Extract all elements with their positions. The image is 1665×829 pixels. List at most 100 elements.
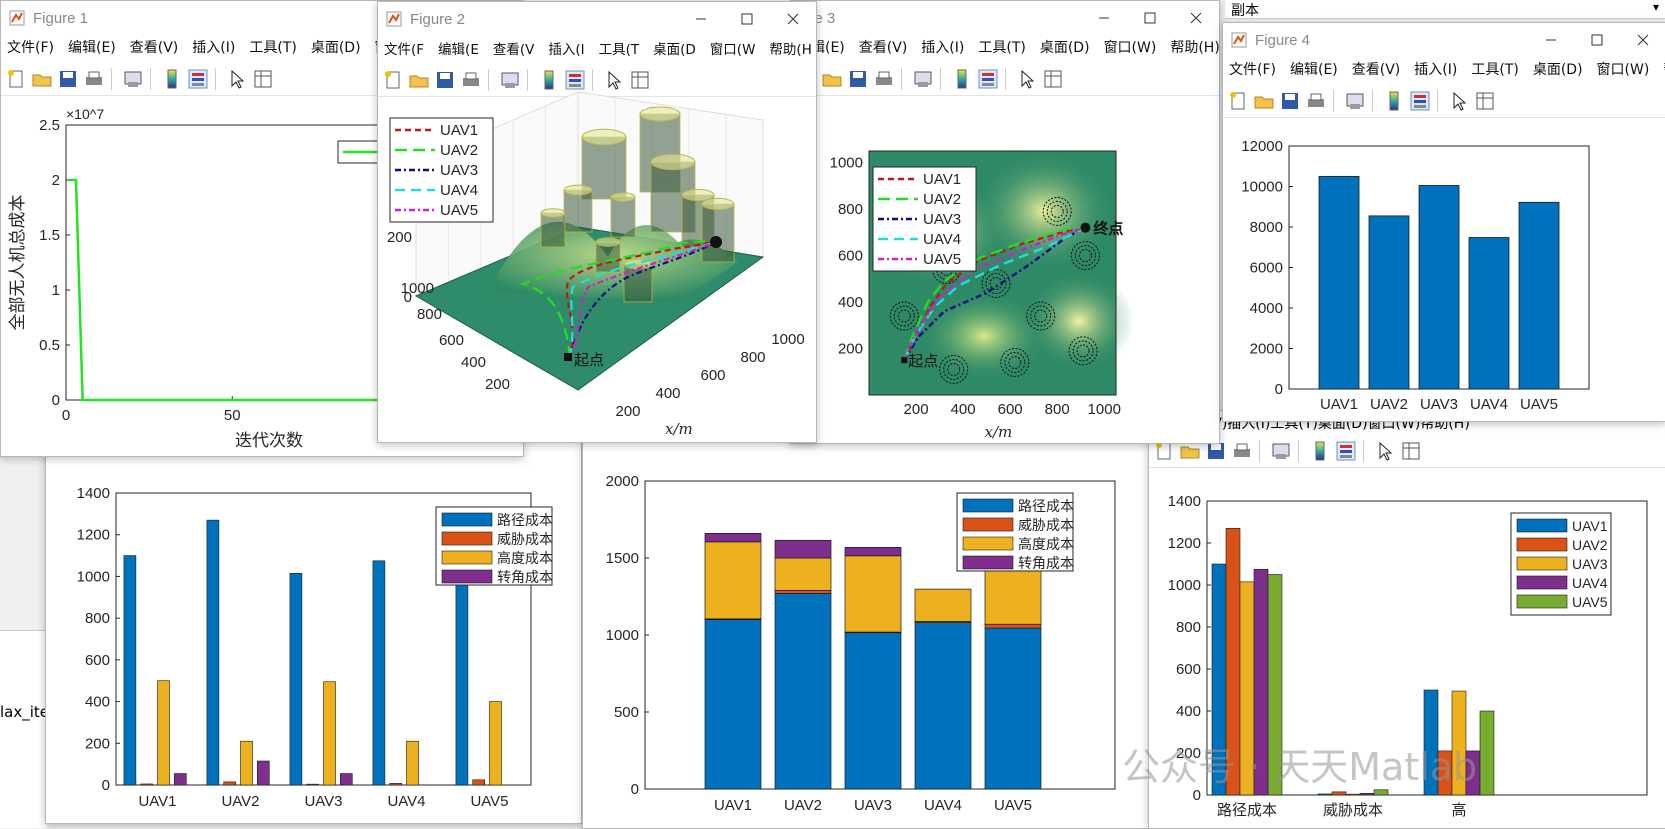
fig7-legend-label: UAV5 xyxy=(1572,594,1608,610)
fig6-legend-swatch xyxy=(962,517,1014,532)
fig2-xtick-label: 800 xyxy=(740,349,765,366)
fig1-ytick-label: 0.5 xyxy=(39,337,60,354)
fig5-bar xyxy=(389,783,403,786)
fig3-ytick-label: 800 xyxy=(838,201,863,218)
fig2-ytick-label: 400 xyxy=(461,354,486,371)
fig4-ytick-label: 6000 xyxy=(1250,260,1283,277)
fig1-xlabel: 迭代次数 xyxy=(235,431,303,451)
fig3-ytick-label: 600 xyxy=(838,248,863,265)
fig2-legend-label: UAV4 xyxy=(440,182,478,199)
fig5-ytick-label: 800 xyxy=(85,610,110,627)
fig5-xtick-label: UAV3 xyxy=(304,793,342,810)
figure5-window[interactable]: 0 200 400 600 800 1000 1200 1400 UAV1 UAV2 UAV3 UAV… xyxy=(45,430,582,824)
fig5-bar xyxy=(240,740,253,786)
fig5-xtick-label: UAV4 xyxy=(387,793,425,810)
fig4-bar-uav4 xyxy=(1468,237,1510,390)
fig6-bar-segment xyxy=(774,539,832,559)
fig2-ytick-label: 200 xyxy=(485,376,510,393)
fig4-ytick-label: 2000 xyxy=(1250,341,1283,358)
background-editor-panel: lax_ite xyxy=(0,630,49,828)
fig1-ytick-label: 2.5 xyxy=(39,117,60,134)
fig6-bar-segment xyxy=(984,623,1042,629)
fig2-threat-cylinder xyxy=(701,203,735,263)
fig1-ylabel: 全部无人机总成本 xyxy=(8,195,28,331)
fig5-legend-swatch xyxy=(441,531,493,546)
fig1-xtick-label: 50 xyxy=(224,407,241,424)
fig4-ytick-label: 4000 xyxy=(1250,300,1283,317)
fig7-bar xyxy=(1345,793,1361,796)
fig4-bar-uav1 xyxy=(1318,175,1360,390)
fig5-legend-label: 路径成本 xyxy=(497,513,553,529)
fig2-threat-cylinder-top xyxy=(581,128,627,146)
fig6-legend-swatch xyxy=(962,536,1014,551)
fig7-legend-swatch xyxy=(1516,537,1568,552)
fig1-xtick-label: 0 xyxy=(62,407,70,424)
fig7-legend-swatch xyxy=(1516,518,1568,533)
figure2-window[interactable]: Figure 2 文件(F 编辑(E 查看(V 插入(I 工具(T 桌面(D 窗口(W 帮助(… xyxy=(377,1,817,443)
fig5-chart: 0 200 400 600 800 1000 1200 1400 UAV1 UAV2 UAV3 UAV… xyxy=(77,485,553,810)
fig2-xtick-label: 600 xyxy=(700,367,725,384)
fig6-xtick-label: UAV2 xyxy=(784,797,822,814)
fig6-bar-segment xyxy=(774,589,832,594)
fig2-threat-cylinder xyxy=(610,196,636,238)
fig3-end-marker xyxy=(1080,222,1091,233)
fig7-ytick-label: 1200 xyxy=(1168,535,1201,552)
fig2-xtick-label: 200 xyxy=(615,403,640,420)
fig6-bar-segment xyxy=(774,593,832,790)
fig2-ytick-label: 600 xyxy=(439,332,464,349)
fig6-xtick-label: UAV1 xyxy=(714,797,752,814)
fig6-legend-label: 转角成本 xyxy=(1018,556,1074,572)
fig5-bar xyxy=(223,781,236,786)
fig6-legend-swatch xyxy=(962,498,1014,513)
fig7-ytick-label: 800 xyxy=(1176,619,1201,636)
fig7-legend-swatch xyxy=(1516,594,1568,609)
fig4-ytick-label: 0 xyxy=(1275,381,1283,398)
fig5-bar xyxy=(123,555,137,786)
fig5-xtick-label: UAV2 xyxy=(221,793,259,810)
fig5-ytick-label: 600 xyxy=(85,652,110,669)
figure4-window[interactable]: Figure 4 文件(F) 编辑(E) 查看(V) 插入(I) 工具(T) 桌面(D) 窗… xyxy=(1222,22,1665,422)
fig7-ytick-label: 400 xyxy=(1176,703,1201,720)
fig6-bar-segment xyxy=(704,533,762,543)
fig2-xtick-label: 1000 xyxy=(771,331,804,348)
fig7-legend-label: UAV2 xyxy=(1572,537,1608,553)
fig2-legend-label: UAV2 xyxy=(440,142,478,159)
fig4-xtick-label: UAV5 xyxy=(1520,396,1558,413)
fig5-ytick-label: 400 xyxy=(85,694,110,711)
fig5-bar xyxy=(174,773,187,786)
fig7-ytick-label: 600 xyxy=(1176,661,1201,678)
fig6-bar-segment xyxy=(914,622,972,790)
fig4-bar-uav5 xyxy=(1518,201,1560,390)
chevron-down-icon[interactable]: ▾ xyxy=(1653,0,1659,14)
fig7-bar xyxy=(1331,791,1347,796)
fig5-bar xyxy=(472,779,486,786)
fig5-bar xyxy=(257,760,270,786)
fig3-start-label: 起点 xyxy=(908,352,938,370)
fig6-ytick-label: 500 xyxy=(614,704,639,721)
fig7-bar xyxy=(1359,793,1375,796)
fig7-bar xyxy=(1479,710,1495,796)
fig1-ytick-label: 1.5 xyxy=(39,227,60,244)
figure6-window[interactable]: 0 500 1000 1500 2000 UAV1 UAV2 UAV3 UAV4 UAV5 路径成本… xyxy=(582,440,1149,829)
watermark: 公众号 · 天天Matlab xyxy=(1122,745,1478,789)
fig2-threat-cylinder xyxy=(563,189,593,233)
fig5-bar xyxy=(455,565,469,786)
fig1-ytick-label: 1 xyxy=(52,282,60,299)
fig3-legend-label: UAV5 xyxy=(923,251,961,268)
fig6-ytick-label: 2000 xyxy=(606,473,639,490)
fig1-ytick-label: 0 xyxy=(52,392,60,409)
fig4-ytick-label: 8000 xyxy=(1250,219,1283,236)
fig3-legend-label: UAV2 xyxy=(923,191,961,208)
fig4-bar-uav2 xyxy=(1368,215,1410,390)
fig3-xtick-label: 600 xyxy=(998,401,1023,418)
fig2-threat-cylinder-top xyxy=(595,237,621,247)
fig5-bar xyxy=(489,701,502,786)
fig6-legend-swatch xyxy=(962,555,1014,570)
fig2-start-label: 起点 xyxy=(574,351,604,369)
fig6-bar-segment xyxy=(844,555,902,633)
fig5-bar xyxy=(323,681,336,786)
figure3-window[interactable]: ure 3 编辑(E) 查看(V) 插入(I) 工具(T) 桌面(D) 窗口(W) 帮助(H… xyxy=(790,0,1220,444)
fig2-legend-label: UAV1 xyxy=(440,122,478,139)
fig5-ytick-label: 1400 xyxy=(77,485,110,502)
fig2-threat-cylinder-top xyxy=(540,208,566,218)
